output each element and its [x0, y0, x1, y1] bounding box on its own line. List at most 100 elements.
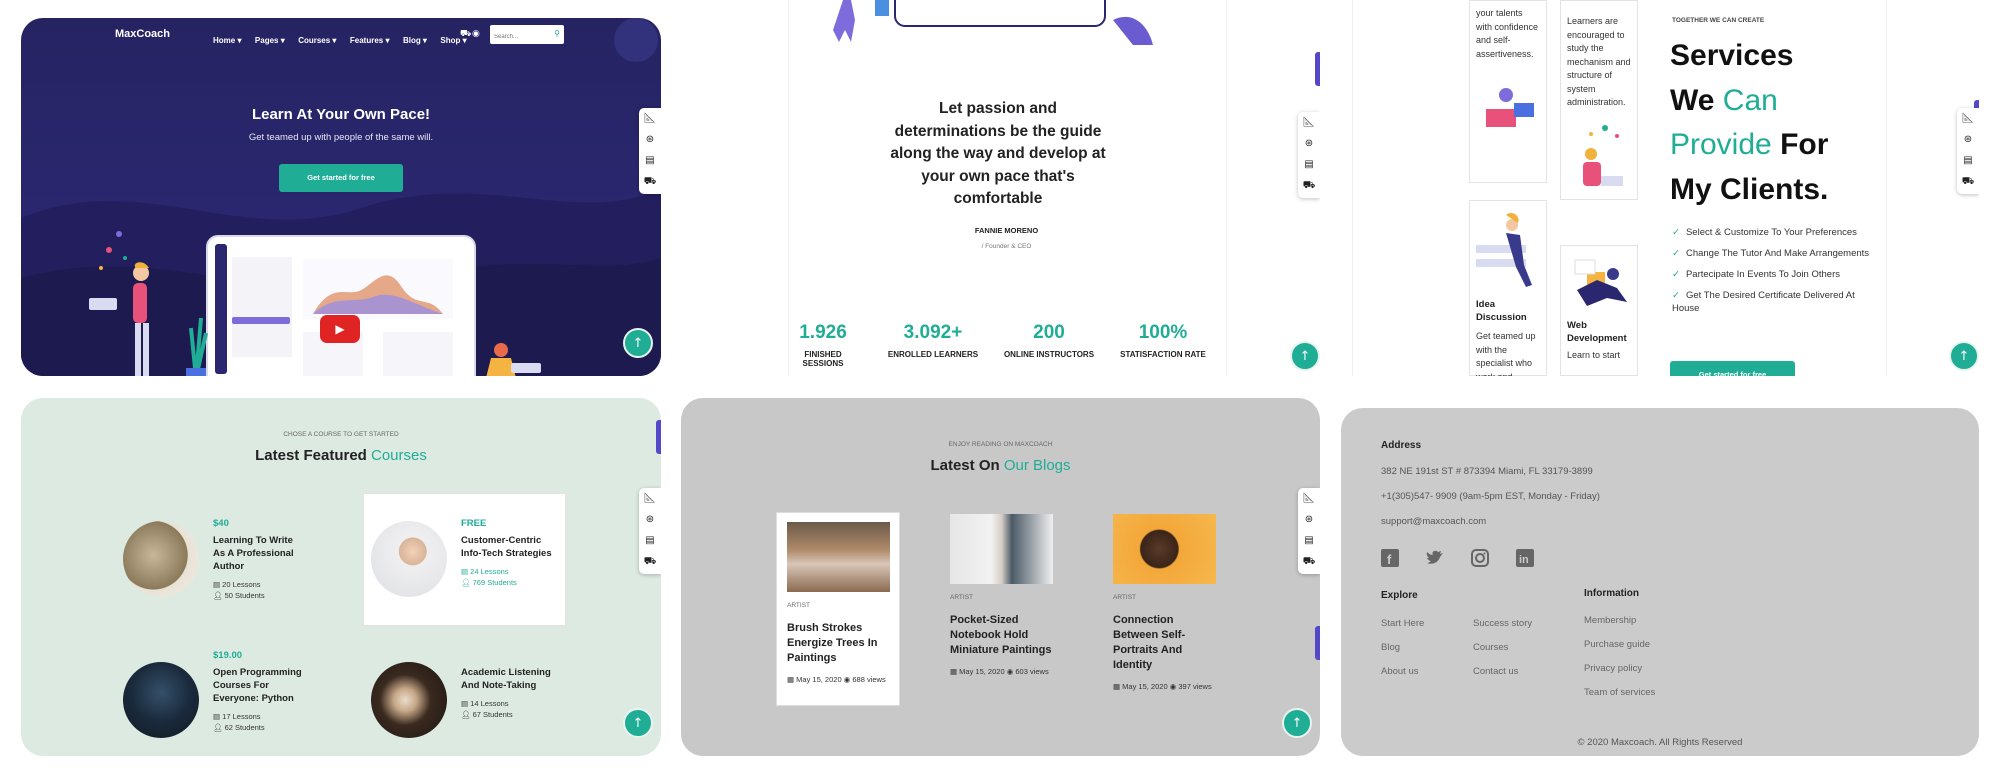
instagram-icon[interactable]: [1471, 549, 1489, 567]
course-title[interactable]: Open Programming Courses For Everyone: P…: [213, 666, 303, 705]
scroll-top-button[interactable]: ↑: [1949, 341, 1979, 371]
lifebuoy-icon[interactable]: ⊛: [1305, 514, 1313, 525]
stat-learners: 3.092+ ENROLLED LEARNERS: [883, 322, 983, 359]
book-icon[interactable]: ▤: [1963, 155, 1972, 166]
cart-icon[interactable]: ⛟: [644, 556, 657, 569]
blog-title[interactable]: Pocket-Sized Notebook Hold Miniature Pai…: [950, 613, 1056, 658]
dashboard-mockup: ▶: [208, 237, 474, 376]
lifebuoy-icon[interactable]: ⊛: [1964, 134, 1972, 145]
heading-line: My Clients.: [1670, 172, 1829, 206]
footer-link[interactable]: Membership: [1584, 615, 1655, 626]
course-students: 👤︎ 62 Students: [213, 722, 303, 733]
cart-icon[interactable]: ⛟: [1303, 556, 1316, 569]
hero-cta-button[interactable]: Get started for free: [279, 164, 403, 192]
side-tab[interactable]: [656, 420, 661, 454]
file-icon: ▤: [213, 580, 223, 589]
logo[interactable]: MaxCoach: [115, 28, 170, 40]
cart-icon[interactable]: ⛟: [644, 176, 657, 189]
book-icon[interactable]: ▤: [1304, 159, 1313, 170]
book-icon[interactable]: ▤: [645, 535, 654, 546]
course-image[interactable]: [123, 662, 199, 738]
course-title[interactable]: Customer-Centric Info-Tech Strategies: [461, 534, 556, 560]
book-icon[interactable]: ▤: [1304, 535, 1313, 546]
blog-category[interactable]: ARTIST: [787, 602, 893, 609]
ruler-icon[interactable]: 📐︎: [1303, 117, 1316, 128]
title-accent: Courses: [371, 447, 427, 464]
blog-title[interactable]: Brush Strokes Energize Trees In Painting…: [787, 621, 893, 666]
email-link[interactable]: support@maxcoach.com: [1381, 516, 1486, 527]
course-image[interactable]: [371, 662, 447, 738]
ruler-icon[interactable]: 📐︎: [1962, 113, 1975, 124]
blog-category[interactable]: ARTIST: [1113, 594, 1219, 601]
nav-pages[interactable]: Pages ▾: [255, 36, 285, 45]
main-nav: Home ▾ Pages ▾ Courses ▾ Features ▾ Blog…: [213, 30, 476, 48]
lessons-text: 14 Lessons: [470, 699, 509, 708]
book-icon[interactable]: ▤: [645, 155, 654, 166]
scroll-top-button[interactable]: ↑: [1290, 341, 1320, 371]
twitter-icon[interactable]: [1426, 549, 1444, 567]
footer-link[interactable]: Courses: [1473, 642, 1532, 653]
course-title[interactable]: Learning To Write As A Professional Auth…: [213, 534, 303, 573]
lifebuoy-icon[interactable]: ⊛: [646, 134, 654, 145]
side-tab[interactable]: [1315, 626, 1320, 660]
nav-blog[interactable]: Blog ▾: [403, 36, 427, 45]
course-image[interactable]: [123, 521, 199, 597]
sitting-person-illustration: [486, 343, 541, 376]
footer-link[interactable]: Privacy policy: [1584, 663, 1655, 674]
social-links: f in: [1381, 549, 1534, 567]
course-card[interactable]: Academic Listening And Note-Taking ▤ 14 …: [461, 666, 556, 720]
course-card[interactable]: FREE Customer-Centric Info-Tech Strategi…: [461, 518, 556, 588]
course-image[interactable]: [371, 521, 447, 597]
nav-features[interactable]: Features ▾: [350, 36, 390, 45]
footer-link[interactable]: Team of services: [1584, 687, 1655, 698]
lifebuoy-icon[interactable]: ⊛: [646, 514, 654, 525]
information-links: Membership Purchase guide Privacy policy…: [1584, 615, 1655, 711]
footer-link[interactable]: Success story: [1473, 618, 1532, 629]
students-text: 50 Students: [224, 591, 265, 600]
footer-link[interactable]: Start Here: [1381, 618, 1424, 629]
search-input[interactable]: [490, 27, 548, 47]
stat-label: FINISHED SESSIONS: [802, 350, 844, 368]
blog-category[interactable]: ARTIST: [950, 594, 1056, 601]
blog-title[interactable]: Connection Between Self-Portraits And Id…: [1113, 613, 1219, 673]
ruler-icon[interactable]: 📐︎: [644, 113, 657, 124]
footer-link[interactable]: Contact us: [1473, 666, 1532, 677]
stat-label: ONLINE INSTRUCTORS: [1003, 350, 1095, 359]
explore-col-1: Start Here Blog About us: [1381, 618, 1424, 690]
cart-icon[interactable]: ⛟: [460, 29, 471, 40]
footer-link[interactable]: Purchase guide: [1584, 639, 1655, 650]
linkedin-icon[interactable]: in: [1516, 549, 1534, 567]
blog-image[interactable]: [787, 522, 890, 592]
blog-image[interactable]: [1113, 514, 1216, 584]
services-cta-button[interactable]: Get started for free: [1670, 361, 1795, 376]
course-title[interactable]: Academic Listening And Note-Taking: [461, 666, 556, 692]
phone-text[interactable]: +1(305)547- 9909 (9am-5pm EST, Monday - …: [1381, 491, 1600, 502]
file-icon: ▤: [213, 712, 223, 721]
user-icon[interactable]: ◉: [472, 29, 480, 39]
cart-icon[interactable]: ⛟: [1303, 180, 1316, 193]
scroll-top-button[interactable]: ↑: [623, 708, 653, 738]
side-tab[interactable]: [1315, 52, 1320, 86]
ruler-icon[interactable]: 📐︎: [1303, 493, 1316, 504]
course-card[interactable]: $40 Learning To Write As A Professional …: [213, 518, 303, 601]
course-card[interactable]: $19.00 Open Programming Courses For Ever…: [213, 650, 303, 733]
play-icon[interactable]: ▶: [320, 315, 360, 343]
search-icon[interactable]: ⚲: [554, 29, 560, 38]
ruler-icon[interactable]: 📐︎: [644, 493, 657, 504]
cart-icon[interactable]: ⛟: [1962, 176, 1975, 189]
nav-courses[interactable]: Courses ▾: [298, 36, 336, 45]
lessons-text: 17 Lessons: [222, 712, 261, 721]
facebook-icon[interactable]: f: [1381, 549, 1399, 567]
footer-link[interactable]: Blog: [1381, 642, 1424, 653]
service-card-web: Web Development Learn to start: [1560, 245, 1638, 376]
check-item: ✓ Select & Customize To Your Preferences: [1672, 226, 1872, 239]
lifebuoy-icon[interactable]: ⊛: [1305, 138, 1313, 149]
footer-link[interactable]: About us: [1381, 666, 1424, 677]
courses-title: Latest Featured Courses: [21, 447, 661, 464]
search-box[interactable]: ⚲: [490, 25, 564, 47]
scroll-top-button[interactable]: ↑: [1282, 708, 1312, 738]
nav-home[interactable]: Home ▾: [213, 36, 241, 45]
arrow-up-icon: ↑: [632, 336, 644, 351]
scroll-top-button[interactable]: ↑: [623, 328, 653, 358]
blog-image[interactable]: [950, 514, 1053, 584]
